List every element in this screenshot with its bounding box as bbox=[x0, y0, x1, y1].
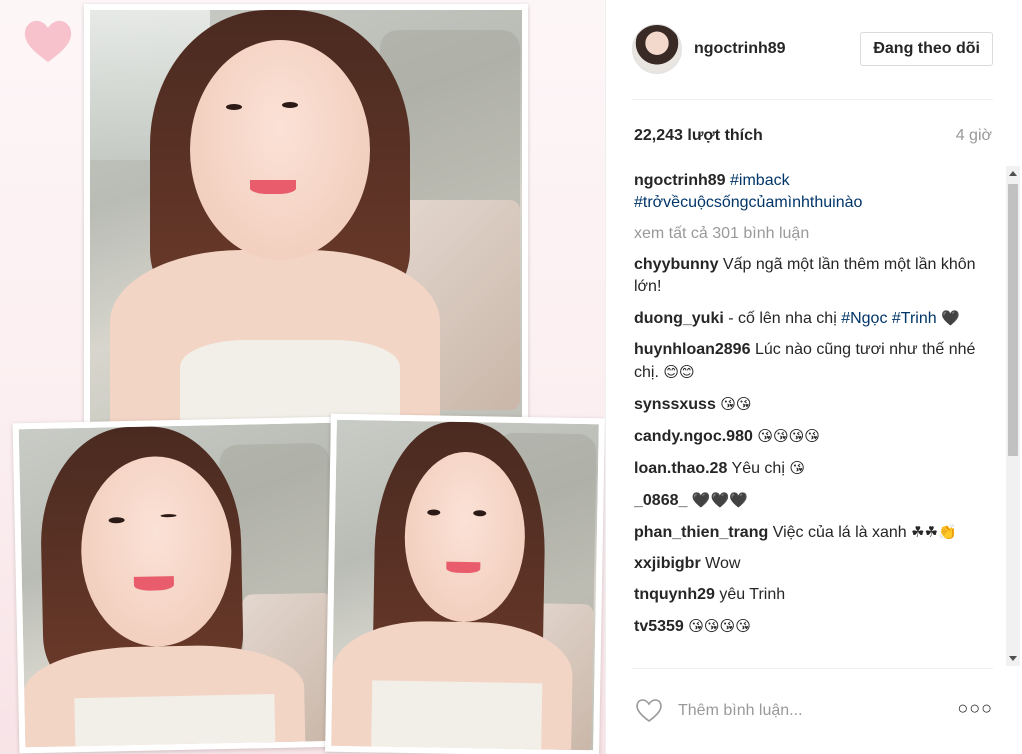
emoji-reaction: 😘😘😘😘 bbox=[757, 427, 820, 445]
comment-item: chyybunny Vấp ngã một lần thêm một lần k… bbox=[634, 254, 984, 298]
comment-item: tv5359 😘😘😘😘 bbox=[634, 615, 984, 638]
comment-username[interactable]: synssxuss bbox=[634, 396, 716, 413]
comment-text: - cố lên nha chị bbox=[728, 310, 837, 327]
divider bbox=[632, 668, 993, 669]
add-comment-bar: ○○○ bbox=[632, 686, 993, 736]
comment-item: candy.ngoc.980 😘😘😘😘 bbox=[634, 425, 984, 448]
comment-text: Yêu chị bbox=[731, 460, 785, 477]
collage-photo-left bbox=[12, 416, 344, 754]
heart-decoration-icon bbox=[24, 20, 72, 63]
comment-username[interactable]: xxjibigbr bbox=[634, 555, 701, 572]
comment-item: duong_yuki - cố lên nha chị #Ngọc #Trinh… bbox=[634, 307, 984, 330]
emoji-reaction: 😘 bbox=[789, 459, 805, 477]
comment-list: ngoctrinh89 #imback #trởvềcuộcsốngcủamìn… bbox=[634, 170, 984, 668]
following-button[interactable]: Đang theo dõi bbox=[860, 32, 993, 66]
post-header: ngoctrinh89 Đang theo dõi bbox=[632, 24, 993, 76]
post-details-panel: ngoctrinh89 Đang theo dõi 22,243 lượt th… bbox=[605, 0, 1022, 754]
divider bbox=[632, 99, 993, 100]
caption-username[interactable]: ngoctrinh89 bbox=[634, 172, 726, 189]
comment-username[interactable]: phan_thien_trang bbox=[634, 524, 768, 541]
comment-item: synssxuss 😘😘 bbox=[634, 393, 984, 416]
comment-input[interactable] bbox=[676, 696, 910, 726]
comment-item: phan_thien_trang Việc của lá là xanh ☘☘👏 bbox=[634, 521, 984, 544]
scroll-down-arrow-icon[interactable] bbox=[1009, 656, 1017, 661]
likes-count[interactable]: 22,243 lượt thích bbox=[634, 127, 763, 145]
heart-outline-icon[interactable] bbox=[634, 696, 664, 724]
collage-photo-main bbox=[84, 4, 528, 430]
comment-username[interactable]: duong_yuki bbox=[634, 310, 724, 327]
hashtag[interactable]: #trởvềcuộcsốngcủamìnhthuinào bbox=[634, 194, 862, 211]
avatar[interactable] bbox=[632, 24, 682, 74]
comment-username[interactable]: loan.thao.28 bbox=[634, 460, 727, 477]
scroll-up-arrow-icon[interactable] bbox=[1009, 171, 1017, 176]
post-time[interactable]: 4 giờ bbox=[956, 127, 992, 145]
emoji-reaction: 🖤🖤🖤 bbox=[691, 491, 748, 509]
scroll-thumb[interactable] bbox=[1008, 184, 1018, 456]
post-media[interactable] bbox=[0, 0, 605, 754]
comment-username[interactable]: candy.ngoc.980 bbox=[634, 428, 753, 445]
comment-username[interactable]: _0868_ bbox=[634, 492, 687, 509]
comment-username[interactable]: tv5359 bbox=[634, 618, 684, 635]
comment-text: Wow bbox=[705, 555, 741, 572]
emoji-reaction: 🖤 bbox=[941, 309, 960, 327]
comment-item: loan.thao.28 Yêu chị 😘 bbox=[634, 457, 984, 480]
comment-username[interactable]: tnquynh29 bbox=[634, 586, 715, 603]
emoji-reaction: ☘☘👏 bbox=[911, 523, 957, 541]
hashtag[interactable]: #Ngọc #Trinh bbox=[841, 310, 936, 327]
author-username[interactable]: ngoctrinh89 bbox=[694, 40, 786, 58]
comment-username[interactable]: chyybunny bbox=[634, 256, 718, 273]
emoji-reaction: 😘😘 bbox=[720, 395, 752, 413]
collage-photo-right bbox=[325, 413, 605, 754]
view-all-comments-link[interactable]: xem tất cả 301 bình luận bbox=[634, 223, 984, 245]
comment-item: _0868_ 🖤🖤🖤 bbox=[634, 489, 984, 512]
comment-text: Việc của lá là xanh bbox=[772, 524, 907, 541]
ellipsis-icon[interactable]: ○○○ bbox=[957, 698, 993, 719]
emoji-reaction: 😊😊 bbox=[663, 363, 695, 381]
hashtag[interactable]: #imback bbox=[730, 172, 790, 189]
caption: ngoctrinh89 #imback #trởvềcuộcsốngcủamìn… bbox=[634, 170, 984, 214]
comment-item: tnquynh29 yêu Trinh bbox=[634, 584, 984, 606]
comment-item: xxjibigbr Wow bbox=[634, 553, 984, 575]
comment-scrollbar[interactable] bbox=[1006, 166, 1020, 666]
comment-item: huynhloan2896 Lúc nào cũng tươi như thế … bbox=[634, 339, 984, 384]
emoji-reaction: 😘😘😘😘 bbox=[688, 617, 751, 635]
comment-text: yêu Trinh bbox=[719, 586, 786, 603]
comment-username[interactable]: huynhloan2896 bbox=[634, 341, 750, 358]
